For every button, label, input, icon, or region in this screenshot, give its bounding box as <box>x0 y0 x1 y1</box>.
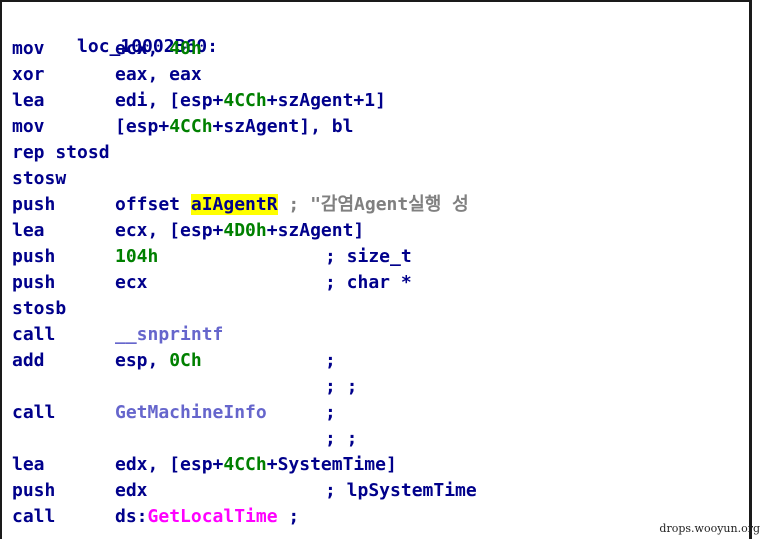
code-line[interactable]: mov [esp+4CCh+szAgent], bl <box>12 115 353 139</box>
mnemonic: call <box>12 402 56 423</box>
code-line[interactable]: push offset aIAgentR ; "감염Agent실행 성 <box>12 193 469 217</box>
operand-text: edx <box>115 480 148 501</box>
operands: ecx <box>115 271 148 295</box>
operand-text: ecx <box>115 272 148 293</box>
code-line[interactable]: call GetMachineInfo ; <box>12 401 336 425</box>
mnemonic: mov <box>12 116 45 137</box>
code-line[interactable]: lea edx, [esp+4CCh+SystemTime] <box>12 453 397 477</box>
code-comment: ; size_t <box>325 246 412 267</box>
watermark-text: drops.wooyun.org <box>659 522 760 535</box>
operand-text: eax, eax <box>115 64 202 85</box>
immediate-value: 4CCh <box>223 454 267 475</box>
function-name[interactable]: __snprintf <box>115 324 223 345</box>
operand-text: +szAgent] <box>266 220 365 241</box>
immediate-value: 40h <box>169 38 202 59</box>
string-comment: ; "감염Agent실행 성 <box>277 194 469 215</box>
mnemonic: call <box>12 506 56 527</box>
immediate-value: 104h <box>115 246 159 267</box>
code-comment: ; <box>325 350 336 371</box>
operand-text: edi, [esp+ <box>115 90 224 111</box>
disassembly-listing[interactable]: loc_10002B60: mov ecx, 40h xor eax, eax … <box>0 0 752 539</box>
operands: __snprintf <box>115 323 223 347</box>
mnemonic: push <box>12 272 56 293</box>
mnemonic: push <box>12 246 56 267</box>
mnemonic: mov <box>12 38 45 59</box>
code-line[interactable]: lea ecx, [esp+4D0h+szAgent] <box>12 219 364 243</box>
code-line[interactable]: push ecx ; char * <box>12 271 412 295</box>
code-line[interactable]: stosb <box>12 297 77 321</box>
mnemonic: push <box>12 480 56 501</box>
operands: ecx, 40h <box>115 37 202 61</box>
import-name[interactable]: GetLocalTime <box>148 506 278 527</box>
code-line[interactable]: xor eax, eax <box>12 63 202 87</box>
code-line[interactable]: call ds:GetLocalTime ; <box>12 505 299 529</box>
code-comment: ; ; <box>325 376 358 397</box>
code-line[interactable]: stosw <box>12 167 77 191</box>
operands: esp, 0Ch <box>115 349 202 373</box>
immediate-value: 4CCh <box>223 90 267 111</box>
operand-text: ds: <box>115 506 148 527</box>
operands: edx, [esp+4CCh+SystemTime] <box>115 453 397 477</box>
code-line[interactable]: push 104h ; size_t <box>12 245 412 269</box>
highlighted-symbol[interactable]: aIAgentR <box>190 194 278 215</box>
mnemonic: xor <box>12 64 45 85</box>
code-comment: ; <box>325 402 336 423</box>
code-line[interactable]: add esp, 0Ch ; <box>12 349 336 373</box>
operands: edx <box>115 479 148 503</box>
mnemonic: lea <box>12 454 45 475</box>
code-label[interactable]: loc_10002B60: <box>12 11 218 57</box>
operands: offset aIAgentR ; "감염Agent실행 성 <box>115 193 469 217</box>
operands: ds:GetLocalTime ; <box>115 505 299 529</box>
mnemonic: push <box>12 194 56 215</box>
operands: eax, eax <box>115 63 202 87</box>
mnemonic: call <box>12 324 56 345</box>
operand-text: esp, <box>115 350 170 371</box>
operand-text: +SystemTime] <box>266 454 397 475</box>
mnemonic: lea <box>12 90 45 111</box>
operands: 104h <box>115 245 158 269</box>
operands: GetMachineInfo <box>115 401 267 425</box>
code-line[interactable]: call __snprintf <box>12 323 223 347</box>
operand-text: offset <box>115 194 191 215</box>
code-line[interactable]: rep stosd <box>12 141 110 165</box>
mnemonic: lea <box>12 220 45 241</box>
screenshot-page: loc_10002B60: mov ecx, 40h xor eax, eax … <box>0 0 764 539</box>
code-line[interactable]: push edx ; lpSystemTime <box>12 479 477 503</box>
operands: edi, [esp+4CCh+szAgent+1] <box>115 89 386 113</box>
code-line[interactable]: lea edi, [esp+4CCh+szAgent+1] <box>12 89 386 113</box>
immediate-value: 4CCh <box>169 116 213 137</box>
operand-text: +szAgent], bl <box>212 116 354 137</box>
code-line[interactable]: ; ; <box>12 427 358 451</box>
code-line[interactable]: mov ecx, 40h <box>12 37 202 61</box>
mnemonic: stosw <box>12 168 67 189</box>
code-comment: ; <box>277 506 300 527</box>
code-comment: ; lpSystemTime <box>325 480 477 501</box>
operand-text: edx, [esp+ <box>115 454 224 475</box>
operand-text: ecx, <box>115 38 170 59</box>
operand-text: ecx, [esp+ <box>115 220 224 241</box>
code-line[interactable]: ; ; <box>12 375 358 399</box>
operands: ecx, [esp+4D0h+szAgent] <box>115 219 364 243</box>
code-comment: ; ; <box>325 428 358 449</box>
operand-text: +szAgent+1] <box>266 90 386 111</box>
function-name[interactable]: GetMachineInfo <box>115 402 267 423</box>
operands: [esp+4CCh+szAgent], bl <box>115 115 353 139</box>
mnemonic: add <box>12 350 45 371</box>
immediate-value: 4D0h <box>223 220 267 241</box>
mnemonic: rep stosd <box>12 142 110 163</box>
operand-text: [esp+ <box>115 116 170 137</box>
mnemonic: stosb <box>12 298 67 319</box>
code-comment: ; char * <box>325 272 412 293</box>
immediate-value: 0Ch <box>169 350 202 371</box>
